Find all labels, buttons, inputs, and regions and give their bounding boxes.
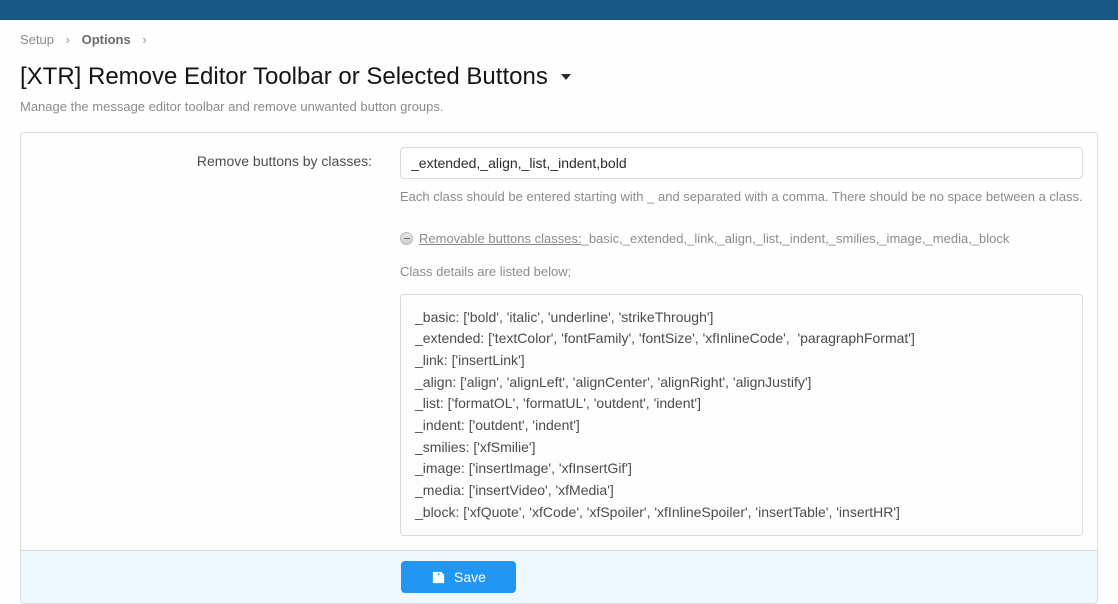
class-details-box: _basic: ['bold', 'italic', 'underline', … — [400, 294, 1083, 537]
save-icon — [431, 570, 446, 585]
removable-classes-list: _basic,_extended,_link,_align,_list,_ind… — [582, 229, 1010, 249]
remove-classes-input[interactable] — [400, 147, 1083, 179]
removable-classes-label: Removable buttons classes: — [419, 229, 582, 249]
field-label: Remove buttons by classes: — [21, 147, 386, 550]
save-button-label: Save — [454, 569, 486, 585]
chevron-right-icon: › — [142, 32, 146, 47]
top-app-bar — [0, 0, 1118, 20]
page-title-text: [XTR] Remove Editor Toolbar or Selected … — [20, 63, 548, 91]
removable-classes-line: Removable buttons classes: _basic,_exten… — [400, 229, 1009, 249]
field-hint-syntax: Each class should be entered starting wi… — [400, 187, 1083, 207]
breadcrumb-item-setup[interactable]: Setup — [20, 32, 54, 47]
breadcrumb: Setup › Options › — [20, 32, 1098, 47]
options-block: Remove buttons by classes: Each class sh… — [20, 132, 1098, 604]
form-row-remove-classes: Remove buttons by classes: Each class sh… — [21, 133, 1097, 550]
form-footer: Save — [21, 550, 1097, 603]
chevron-right-icon: › — [66, 32, 70, 47]
breadcrumb-item-options[interactable]: Options — [82, 32, 131, 47]
caret-down-icon — [558, 69, 574, 85]
page-title[interactable]: [XTR] Remove Editor Toolbar or Selected … — [20, 63, 1098, 91]
minus-circle-icon — [400, 232, 413, 245]
page-subtitle: Manage the message editor toolbar and re… — [20, 99, 1098, 114]
field-hint-details-below: Class details are listed below; — [400, 262, 1083, 282]
save-button[interactable]: Save — [401, 561, 516, 593]
